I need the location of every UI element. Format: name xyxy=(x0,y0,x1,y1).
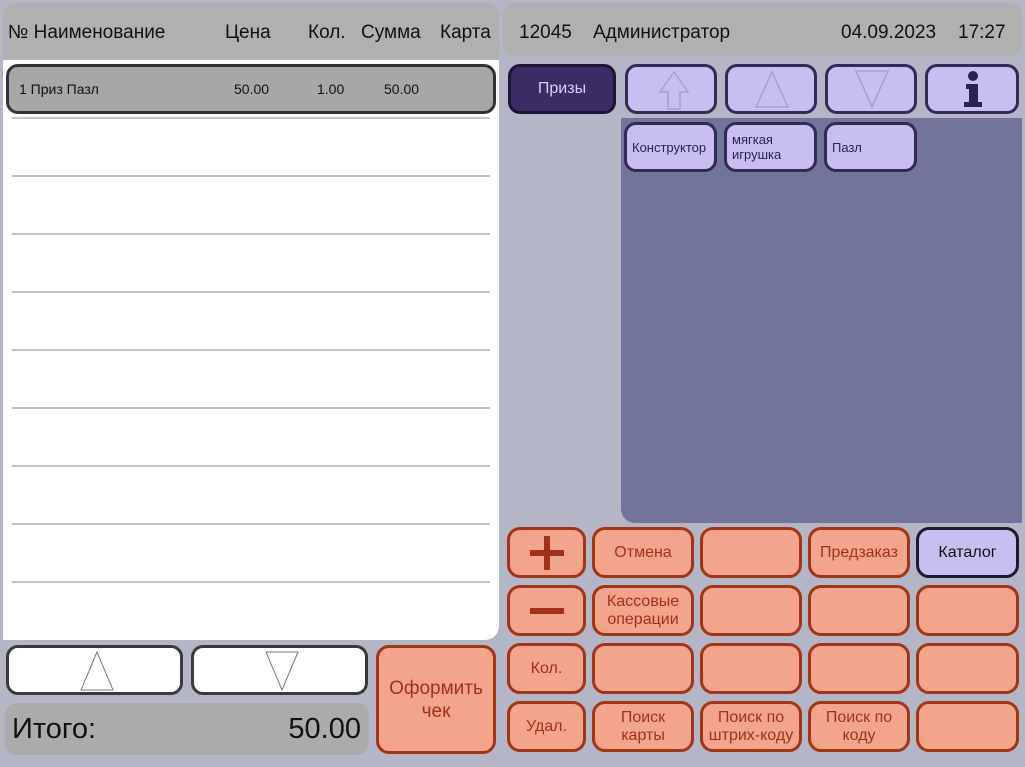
minus-button[interactable] xyxy=(507,585,586,636)
cancel-button[interactable]: Отмена xyxy=(592,527,694,578)
col-qty-header: Кол. xyxy=(308,22,346,43)
category-prizes-button[interactable]: Призы xyxy=(508,64,616,114)
cashier-id: 12045 xyxy=(519,22,572,43)
status-bar: 12045 Администратор 04.09.2023 17:27 xyxy=(503,3,1022,56)
keypad-empty-button[interactable] xyxy=(700,585,802,636)
table-row[interactable]: 1 Приз Пазл 50.00 1.00 50.00 xyxy=(6,64,496,114)
user-name: Администратор xyxy=(593,22,731,43)
row-name: 1 Приз Пазл xyxy=(19,81,99,97)
row-divider xyxy=(12,523,490,525)
search-card-button[interactable]: Поиск карты xyxy=(592,701,694,752)
receipt-header: № Наименование Цена Кол. Сумма Карта xyxy=(3,3,499,59)
keypad-empty-button[interactable] xyxy=(808,643,910,694)
plus-button[interactable] xyxy=(507,527,586,578)
row-divider xyxy=(12,581,490,583)
scroll-down-button[interactable] xyxy=(191,645,368,695)
keypad-empty-button[interactable] xyxy=(916,585,1019,636)
page-down-button[interactable] xyxy=(825,64,917,114)
time-text: 17:27 xyxy=(958,22,1006,43)
minus-icon xyxy=(529,607,564,614)
page-up-button[interactable] xyxy=(725,64,817,114)
row-divider xyxy=(12,291,490,293)
keypad-empty-button[interactable] xyxy=(916,701,1019,752)
col-card-header: Карта xyxy=(440,22,491,43)
product-button[interactable]: мягкая игрушка xyxy=(724,122,817,172)
product-button[interactable]: Пазл xyxy=(824,122,917,172)
keypad-empty-button[interactable] xyxy=(700,527,802,578)
quantity-button[interactable]: Кол. xyxy=(507,643,586,694)
info-icon xyxy=(964,71,982,107)
arrow-up-icon xyxy=(658,70,690,110)
row-qty: 1.00 xyxy=(317,81,345,97)
scroll-up-button[interactable] xyxy=(6,645,183,695)
delete-button[interactable]: Удал. xyxy=(507,701,586,752)
arrow-up-icon xyxy=(754,70,790,108)
row-divider xyxy=(12,233,490,235)
total-label: Итого: xyxy=(12,713,97,745)
row-divider xyxy=(12,407,490,409)
catalog-button[interactable]: Каталог xyxy=(916,527,1019,578)
product-grid xyxy=(621,118,1022,523)
cash-operations-button[interactable]: Кассовые операции xyxy=(592,585,694,636)
row-divider xyxy=(12,175,490,177)
arrow-up-icon xyxy=(80,650,114,691)
plus-icon xyxy=(529,535,564,570)
keypad-empty-button[interactable] xyxy=(700,643,802,694)
arrow-down-icon xyxy=(854,70,890,109)
date-text: 04.09.2023 xyxy=(841,22,937,43)
total-bar: Итого: 50.00 xyxy=(5,703,369,755)
keypad-empty-button[interactable] xyxy=(916,643,1019,694)
keypad-empty-button[interactable] xyxy=(808,585,910,636)
row-divider xyxy=(12,117,490,119)
row-divider xyxy=(12,349,490,351)
row-price: 50.00 xyxy=(234,81,270,97)
info-button[interactable] xyxy=(925,64,1019,114)
preorder-button[interactable]: Предзаказ xyxy=(808,527,910,578)
row-divider xyxy=(12,465,490,467)
category-column xyxy=(503,60,621,525)
keypad-empty-button[interactable] xyxy=(592,643,694,694)
col-price-header: Цена xyxy=(225,22,271,43)
search-code-button[interactable]: Поиск по коду xyxy=(808,701,910,752)
row-sum: 50.00 xyxy=(384,81,420,97)
product-button[interactable]: Конструктор xyxy=(624,122,717,172)
search-barcode-button[interactable]: Поиск по штрих-коду xyxy=(700,701,802,752)
total-value: 50.00 xyxy=(288,713,361,745)
category-back-button[interactable] xyxy=(625,64,717,114)
col-sum-header: Сумма xyxy=(361,22,421,43)
checkout-button[interactable]: Оформить чек xyxy=(376,645,496,754)
col-name-header: № Наименование xyxy=(8,22,166,43)
arrow-down-icon xyxy=(265,651,299,692)
